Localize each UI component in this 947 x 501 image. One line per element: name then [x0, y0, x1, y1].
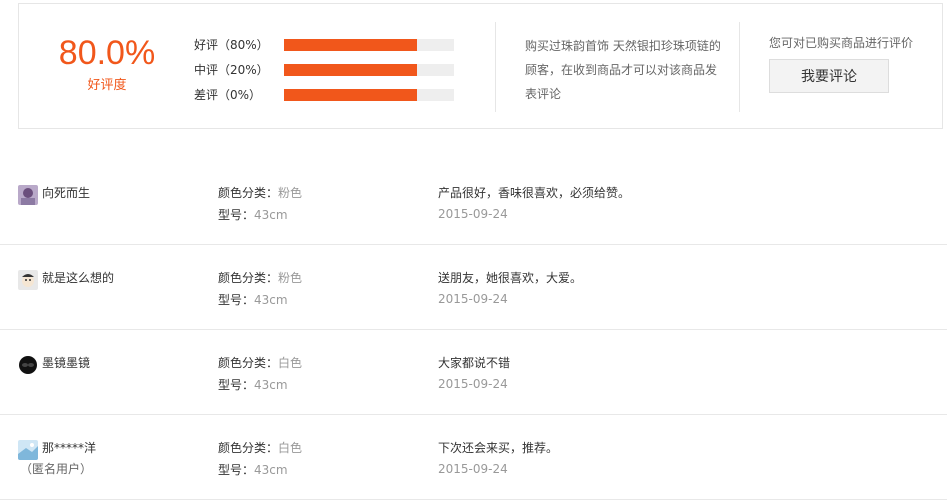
- attr-value: 白色: [278, 356, 303, 370]
- color-attribute: 颜色分类：白色: [218, 354, 302, 371]
- review-date: 2015-09-24: [438, 377, 508, 391]
- positive-rate: 80.0%: [58, 34, 156, 72]
- bar-track: [284, 88, 454, 101]
- review-row: 向死而生 颜色分类：粉色 型号：43cm 产品很好，香味很喜欢，必须给赞。 20…: [0, 160, 947, 245]
- review-row: 墨镜墨镜 颜色分类：白色 型号：43cm 大家都说不错 2015-09-24: [0, 330, 947, 415]
- rating-bars: 好评（80%） 中评（20%） 差评（0%）: [194, 32, 454, 107]
- attr-value: 白色: [278, 441, 303, 455]
- anonymous-label: （匿名用户）: [20, 462, 93, 476]
- review-cta: 您可对已购买商品进行评价 我要评论: [769, 34, 919, 93]
- bar-track: [284, 38, 454, 51]
- review-row: 就是这么想的 颜色分类：粉色 型号：43cm 送朋友，她很喜欢，大爱。 2015…: [0, 245, 947, 330]
- reviewer-name: 墨镜墨镜: [42, 356, 91, 370]
- bar-track: [284, 63, 454, 76]
- attr-label: 颜色分类：: [218, 186, 279, 200]
- review-date: 2015-09-24: [438, 207, 508, 221]
- divider: [739, 22, 740, 112]
- rating-score: 80.0% 好评度: [57, 34, 157, 93]
- divider: [495, 22, 496, 112]
- avatar-icon: [18, 185, 38, 205]
- write-review-button[interactable]: 我要评论: [769, 59, 889, 93]
- attr-label: 颜色分类：: [218, 271, 279, 285]
- bar-row-neutral: 中评（20%）: [194, 57, 454, 82]
- review-content: 送朋友，她很喜欢，大爱。: [438, 271, 583, 285]
- review-date: 2015-09-24: [438, 462, 508, 476]
- bar-fill: [284, 38, 417, 51]
- bar-row-negative: 差评（0%）: [194, 82, 454, 107]
- attr-value: 43cm: [254, 208, 288, 222]
- review-cta-text: 您可对已购买商品进行评价: [769, 36, 914, 50]
- reviewer-name: 向死而生: [42, 186, 91, 200]
- bar-fill: [284, 63, 417, 76]
- avatar-icon: [18, 440, 38, 460]
- bar-label: 差评（0%）: [194, 88, 262, 102]
- bar-label: 中评（20%）: [194, 63, 269, 77]
- attr-label: 型号：: [218, 378, 255, 392]
- review-row: 那*****洋 （匿名用户） 颜色分类：白色 型号：43cm 下次还会来买，推荐…: [0, 415, 947, 500]
- attr-label: 型号：: [218, 208, 255, 222]
- model-attribute: 型号：43cm: [218, 206, 288, 223]
- review-content: 大家都说不错: [438, 356, 511, 370]
- attr-label: 型号：: [218, 463, 255, 477]
- color-attribute: 颜色分类：白色: [218, 439, 302, 456]
- positive-rate-label: 好评度: [87, 78, 127, 93]
- review-eligibility-text: 购买过珠韵首饰 天然银扣珍珠项链的顾客，在收到商品才可以对该商品发表评论: [525, 39, 721, 101]
- color-attribute: 颜色分类：粉色: [218, 184, 302, 201]
- review-content: 下次还会来买，推荐。: [438, 441, 559, 455]
- model-attribute: 型号：43cm: [218, 461, 288, 478]
- bar-fill: [284, 88, 417, 101]
- attr-value: 43cm: [254, 378, 288, 392]
- reviewer-name: 就是这么想的: [42, 271, 115, 285]
- reviewer-name: 那*****洋: [42, 441, 97, 455]
- attr-value: 43cm: [254, 293, 288, 307]
- attr-label: 型号：: [218, 293, 255, 307]
- attr-label: 颜色分类：: [218, 356, 279, 370]
- model-attribute: 型号：43cm: [218, 376, 288, 393]
- bar-label: 好评（80%）: [194, 38, 269, 52]
- attr-value: 粉色: [278, 271, 303, 285]
- attr-value: 43cm: [254, 463, 288, 477]
- model-attribute: 型号：43cm: [218, 291, 288, 308]
- review-content: 产品很好，香味很喜欢，必须给赞。: [438, 186, 631, 200]
- bar-row-positive: 好评（80%）: [194, 32, 454, 57]
- avatar-icon: [18, 355, 38, 375]
- review-date: 2015-09-24: [438, 292, 508, 306]
- avatar-icon: [18, 270, 38, 290]
- rating-summary: 80.0% 好评度 好评（80%） 中评（20%） 差评（0%） 购买过珠韵首饰…: [18, 3, 943, 129]
- color-attribute: 颜色分类：粉色: [218, 269, 302, 286]
- attr-label: 颜色分类：: [218, 441, 279, 455]
- attr-value: 粉色: [278, 186, 303, 200]
